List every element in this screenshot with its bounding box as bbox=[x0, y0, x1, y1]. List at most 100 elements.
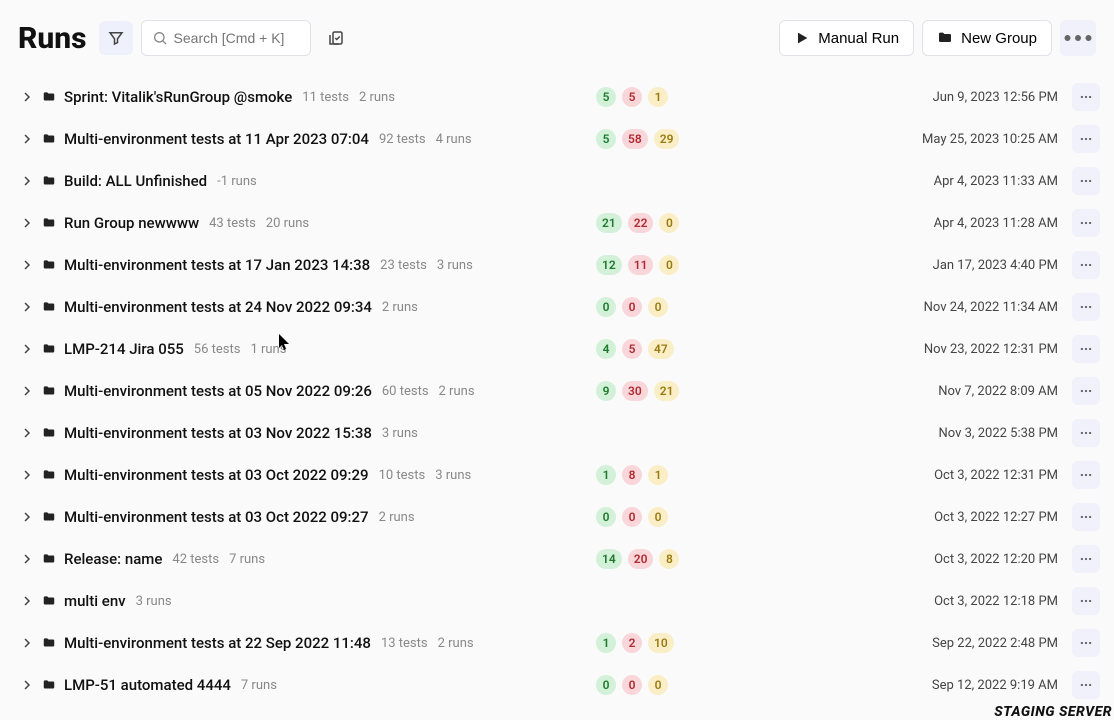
run-group-name: Run Group newwww bbox=[64, 214, 199, 232]
row-more-button[interactable] bbox=[1072, 335, 1100, 363]
ellipsis-icon bbox=[1079, 300, 1093, 314]
row-more-button[interactable] bbox=[1072, 209, 1100, 237]
timestamp: Nov 7, 2022 8:09 AM bbox=[938, 384, 1058, 399]
run-group-row[interactable]: Multi-environment tests at 22 Sep 2022 1… bbox=[0, 622, 1114, 664]
folder-icon bbox=[42, 132, 56, 146]
status-badges: 000 bbox=[596, 507, 668, 527]
row-more-button[interactable] bbox=[1072, 545, 1100, 573]
run-group-row[interactable]: Multi-environment tests at 05 Nov 2022 0… bbox=[0, 370, 1114, 412]
skip-badge: 21 bbox=[654, 381, 680, 401]
chevron-right-icon bbox=[22, 596, 32, 606]
pass-badge: 1 bbox=[596, 633, 616, 653]
fail-badge: 30 bbox=[622, 381, 648, 401]
timestamp: Apr 4, 2023 11:33 AM bbox=[934, 174, 1058, 189]
folder-icon bbox=[42, 384, 56, 398]
chevron-right-icon bbox=[22, 260, 32, 270]
pass-badge: 9 bbox=[596, 381, 616, 401]
runs-count: 20 runs bbox=[266, 216, 309, 231]
runs-count: 7 runs bbox=[229, 552, 265, 567]
skip-badge: 0 bbox=[648, 297, 668, 317]
ellipsis-icon bbox=[1060, 20, 1096, 56]
row-more-button[interactable] bbox=[1072, 461, 1100, 489]
ellipsis-icon bbox=[1079, 342, 1093, 356]
run-group-row[interactable]: Build: ALL Unfinished-1 runsApr 4, 2023 … bbox=[0, 160, 1114, 202]
chevron-right-icon bbox=[22, 218, 32, 228]
runs-count: 1 runs bbox=[250, 342, 286, 357]
run-group-row[interactable]: Multi-environment tests at 03 Oct 2022 0… bbox=[0, 496, 1114, 538]
run-group-name: Sprint: Vitalik'sRunGroup @smoke bbox=[64, 88, 292, 106]
timestamp: Jan 17, 2023 4:40 PM bbox=[933, 258, 1058, 273]
run-group-name: Multi-environment tests at 22 Sep 2022 1… bbox=[64, 634, 371, 652]
run-group-row[interactable]: Sprint: Vitalik'sRunGroup @smoke11 tests… bbox=[0, 76, 1114, 118]
chevron-right-icon bbox=[22, 428, 32, 438]
header: Runs Manual Run New Group bbox=[0, 0, 1114, 70]
run-group-row[interactable]: Multi-environment tests at 17 Jan 2023 1… bbox=[0, 244, 1114, 286]
folder-icon bbox=[42, 216, 56, 230]
new-group-button[interactable]: New Group bbox=[922, 20, 1052, 56]
runs-count: -1 runs bbox=[217, 174, 257, 189]
run-group-row[interactable]: Multi-environment tests at 03 Oct 2022 0… bbox=[0, 454, 1114, 496]
runs-count: 3 runs bbox=[437, 258, 473, 273]
run-group-name: Release: name bbox=[64, 550, 162, 568]
ellipsis-icon bbox=[1079, 216, 1093, 230]
runs-count: 2 runs bbox=[438, 636, 474, 651]
timestamp: Oct 3, 2022 12:18 PM bbox=[934, 594, 1058, 609]
run-group-name: multi env bbox=[64, 592, 126, 610]
run-group-row[interactable]: LMP-214 Jira 05556 tests1 runs4547Nov 23… bbox=[0, 328, 1114, 370]
timestamp: Sep 22, 2022 2:48 PM bbox=[932, 636, 1058, 651]
folder-icon bbox=[42, 552, 56, 566]
search-input[interactable] bbox=[174, 30, 294, 46]
row-more-button[interactable] bbox=[1072, 671, 1100, 699]
row-more-button[interactable] bbox=[1072, 251, 1100, 279]
folder-icon bbox=[42, 174, 56, 188]
run-group-row[interactable]: Run Group newwww43 tests20 runs21220Apr … bbox=[0, 202, 1114, 244]
skip-badge: 0 bbox=[659, 213, 679, 233]
row-more-button[interactable] bbox=[1072, 125, 1100, 153]
row-more-button[interactable] bbox=[1072, 377, 1100, 405]
row-more-button[interactable] bbox=[1072, 167, 1100, 195]
status-badges: 000 bbox=[596, 675, 668, 695]
timestamp: Oct 3, 2022 12:27 PM bbox=[934, 510, 1058, 525]
skip-badge: 0 bbox=[659, 255, 679, 275]
chevron-right-icon bbox=[22, 680, 32, 690]
run-group-row[interactable]: Multi-environment tests at 11 Apr 2023 0… bbox=[0, 118, 1114, 160]
copy-button[interactable] bbox=[319, 21, 353, 55]
run-group-list: Sprint: Vitalik'sRunGroup @smoke11 tests… bbox=[0, 70, 1114, 706]
filter-icon bbox=[107, 29, 125, 47]
runs-count: 4 runs bbox=[436, 132, 472, 147]
pass-badge: 4 bbox=[596, 339, 616, 359]
row-more-button[interactable] bbox=[1072, 587, 1100, 615]
row-more-button[interactable] bbox=[1072, 503, 1100, 531]
run-group-row[interactable]: Multi-environment tests at 24 Nov 2022 0… bbox=[0, 286, 1114, 328]
run-group-row[interactable]: Release: name42 tests7 runs14208Oct 3, 2… bbox=[0, 538, 1114, 580]
header-more-button[interactable] bbox=[1060, 20, 1096, 56]
row-more-button[interactable] bbox=[1072, 419, 1100, 447]
fail-badge: 0 bbox=[622, 507, 642, 527]
skip-badge: 1 bbox=[648, 465, 668, 485]
run-group-name: Multi-environment tests at 03 Oct 2022 0… bbox=[64, 508, 369, 526]
row-more-button[interactable] bbox=[1072, 83, 1100, 111]
row-more-button[interactable] bbox=[1072, 629, 1100, 657]
run-group-row[interactable]: LMP-51 automated 44447 runs000Sep 12, 20… bbox=[0, 664, 1114, 706]
run-group-row[interactable]: Multi-environment tests at 03 Nov 2022 1… bbox=[0, 412, 1114, 454]
manual-run-button[interactable]: Manual Run bbox=[779, 20, 914, 56]
skip-badge: 0 bbox=[648, 507, 668, 527]
filter-button[interactable] bbox=[99, 21, 133, 55]
fail-badge: 5 bbox=[622, 339, 642, 359]
folder-icon bbox=[42, 342, 56, 356]
skip-badge: 8 bbox=[659, 549, 679, 569]
row-more-button[interactable] bbox=[1072, 293, 1100, 321]
ellipsis-icon bbox=[1079, 174, 1093, 188]
search-input-container[interactable] bbox=[141, 20, 311, 56]
fail-badge: 0 bbox=[622, 675, 642, 695]
ellipsis-icon bbox=[1079, 468, 1093, 482]
timestamp: May 25, 2023 10:25 AM bbox=[922, 132, 1058, 147]
timestamp: Nov 24, 2022 11:34 AM bbox=[924, 300, 1058, 315]
fail-badge: 2 bbox=[622, 633, 642, 653]
status-badges: 1210 bbox=[596, 633, 674, 653]
run-group-row[interactable]: multi env3 runsOct 3, 2022 12:18 PM bbox=[0, 580, 1114, 622]
chevron-right-icon bbox=[22, 344, 32, 354]
pass-badge: 0 bbox=[596, 675, 616, 695]
ellipsis-icon bbox=[1079, 678, 1093, 692]
tests-count: 42 tests bbox=[172, 552, 219, 567]
